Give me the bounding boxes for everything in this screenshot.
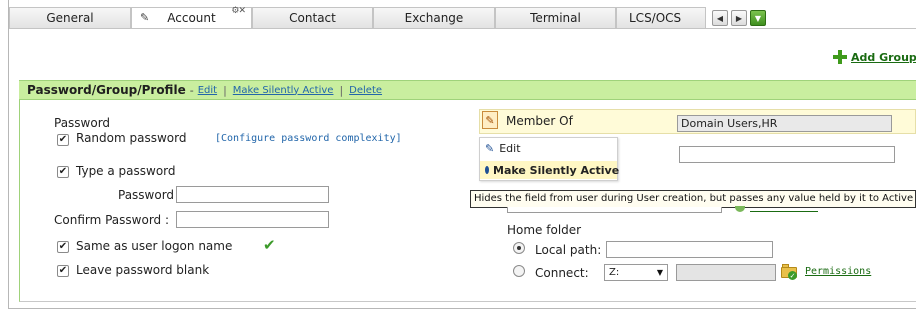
type-password-checkbox[interactable] [57,166,69,178]
tab-label: Terminal [530,11,581,25]
connect-label: Connect: [535,266,589,280]
menu-item-label: Make Silently Active [493,163,620,177]
menu-item-label: Edit [499,142,521,155]
field-input[interactable] [679,146,895,163]
password-label: Password : [118,188,182,202]
leave-blank-checkbox[interactable] [57,265,69,277]
pencil-icon[interactable]: ✎ [482,111,498,129]
same-as-logon-label: Same as user logon name [76,239,233,253]
random-password-label: Random password [76,131,187,145]
separator: | [223,83,227,97]
local-path-input[interactable] [606,241,773,258]
configure-complexity-link[interactable]: [Configure password complexity] [215,133,402,144]
menu-item-edit[interactable]: ✎ Edit [485,142,521,155]
menu-item-make-silently-active[interactable]: Make Silently Active [480,161,620,179]
tab-exchange[interactable]: Exchange [373,7,495,29]
tab-lcs-ocs[interactable]: LCS/OCS [616,7,706,29]
chevron-down-icon: ▼ [656,268,663,277]
permissions-link[interactable]: Permissions [805,266,871,277]
tab-divider [9,28,916,29]
confirm-password-label: Confirm Password : [54,213,170,227]
configure-link-text: [Configure password complexity] [215,133,402,144]
section-header: Password/Group/Profile - Edit | Make Sil… [19,80,916,100]
download-icon[interactable]: ▼ [750,10,766,26]
folder-permissions-icon[interactable]: ✓ [781,264,797,280]
add-group-link[interactable]: Add Group [851,51,916,64]
tab-label: Contact [289,11,336,25]
add-group-action[interactable]: Add Group [833,50,916,64]
pencil-icon: ✎ [485,142,495,155]
connect-radio[interactable] [513,265,525,277]
close-icon[interactable]: ⚙✕ [231,6,246,16]
password-input[interactable] [176,186,329,203]
tab-contact[interactable]: Contact [252,7,373,29]
tab-general[interactable]: General [9,7,131,29]
tab-label: Account [167,11,216,25]
tab-bar: General ✎ Account ⚙✕ Contact Exchange Te… [9,6,916,29]
edit-link[interactable]: Edit [198,85,217,96]
plus-icon [833,50,847,64]
home-folder-heading: Home folder [507,223,582,237]
random-password-checkbox[interactable] [57,134,69,146]
section-title: Password/Group/Profile [27,83,186,97]
tab-label: Exchange [404,11,464,25]
tab-terminal[interactable]: Terminal [495,7,616,29]
local-path-radio[interactable] [513,242,525,254]
connect-path-field[interactable] [676,264,776,281]
type-password-label: Type a password [76,164,176,178]
tooltip: Hides the field from user during User cr… [470,190,916,208]
same-as-logon-checkbox[interactable] [57,241,69,253]
member-of-label: Member Of [506,114,573,128]
tab-label: LCS/OCS [629,11,682,25]
separator: | [339,83,344,97]
member-of-field[interactable]: Domain Users,HR [677,115,892,132]
hidden-link[interactable] [750,206,818,212]
make-silently-active-link[interactable]: Make Silently Active [233,85,334,96]
title-separator: - [189,83,194,97]
password-heading: Password [54,116,111,130]
pencil-icon[interactable]: ✎ [140,11,149,24]
tab-label: General [46,11,94,25]
arrow-left-icon[interactable]: ◀ [712,10,728,26]
check-green-icon: ✔ [263,236,276,254]
drive-select[interactable]: Z: ▼ [604,264,668,281]
drive-value: Z: [609,267,620,278]
tab-account[interactable]: ✎ Account ⚙✕ [131,6,252,29]
arrow-right-icon[interactable]: ▶ [731,10,747,26]
confirm-password-input[interactable] [176,211,329,228]
hidden-input[interactable] [507,207,722,213]
tab-nav: ◀ ▶ ▼ [706,7,766,29]
hidden-field-icon [485,166,489,174]
leave-blank-label: Leave password blank [76,263,210,277]
local-path-label: Local path: [535,243,602,257]
delete-link[interactable]: Delete [349,85,382,96]
